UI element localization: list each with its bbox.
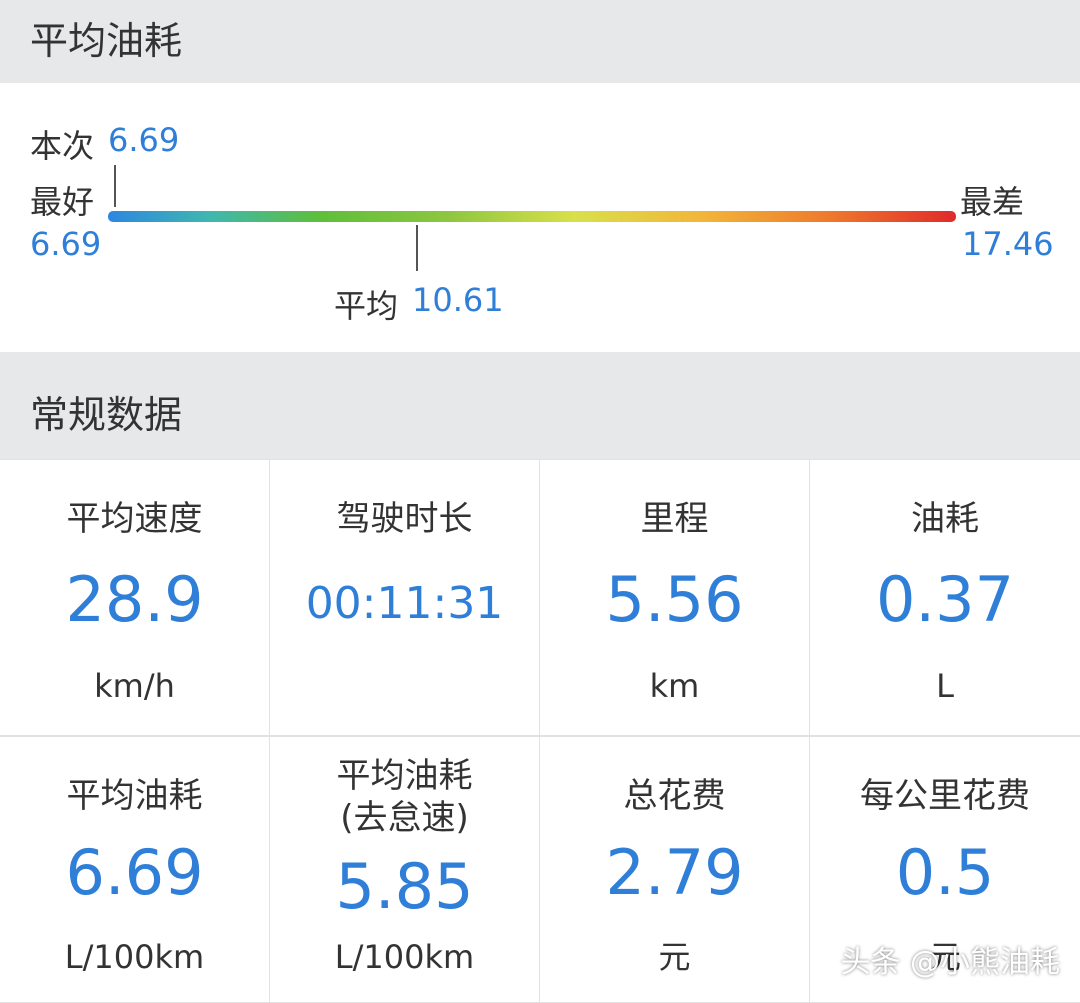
stat-value: 0.5	[895, 836, 995, 909]
stat-label: 平均油耗	[66, 776, 203, 816]
stat-label: 驾驶时长	[336, 499, 473, 539]
watermark: 头条 @小熊油耗	[840, 945, 1060, 980]
stat-label: 平均油耗 (去怠速)	[336, 756, 473, 838]
fuel-range-bar	[108, 211, 956, 222]
stat-value: 28.9	[65, 563, 204, 636]
stat-avg-speed: 平均速度 28.9 km/h	[0, 459, 270, 736]
average-label: 平均	[334, 287, 399, 325]
stat-unit: L/100km	[64, 938, 205, 976]
current-label: 本次	[30, 127, 95, 165]
average-value: 10.61	[412, 281, 504, 319]
best-value: 6.69	[30, 225, 102, 263]
stat-value: 6.69	[65, 836, 204, 909]
stat-mileage: 里程 5.56 km	[540, 459, 810, 736]
average-marker	[416, 225, 418, 271]
stat-label: 里程	[640, 499, 709, 539]
stat-value: 0.37	[875, 563, 1015, 636]
worst-label: 最差	[960, 183, 1025, 221]
section-title-general: 常规数据	[30, 393, 183, 437]
stat-unit: L	[936, 667, 954, 705]
stat-label: 总花费	[623, 776, 726, 816]
section-title-fuel: 平均油耗	[30, 19, 183, 63]
stat-total-cost: 总花费 2.79 元	[540, 736, 810, 1003]
stat-value: 00:11:31	[305, 578, 504, 629]
fuel-gauge: 本次 6.69 最好 6.69 最差 17.46 平均 10.61	[0, 83, 1080, 352]
stat-unit: L/100km	[334, 938, 475, 976]
stat-avg-consumption: 平均油耗 6.69 L/100km	[0, 736, 270, 1003]
stat-unit: km	[649, 667, 700, 705]
stat-label: 油耗	[911, 499, 979, 539]
stat-unit: 元	[658, 938, 691, 976]
stat-label: 每公里花费	[860, 776, 1030, 816]
stat-value: 5.85	[335, 850, 474, 923]
stat-drive-duration: 驾驶时长 00:11:31	[270, 459, 540, 736]
stat-value: 2.79	[605, 836, 744, 909]
best-label: 最好	[30, 183, 95, 221]
stats-grid: 平均速度 28.9 km/h 驾驶时长 00:11:31 里程 5.56 km …	[0, 459, 1080, 1003]
general-data-header: 常规数据	[0, 352, 1080, 459]
stat-avg-consumption-no-idle: 平均油耗 (去怠速) 5.85 L/100km	[270, 736, 540, 1003]
worst-value: 17.46	[962, 225, 1054, 263]
stat-label: 平均速度	[66, 499, 203, 539]
stat-unit: km/h	[94, 667, 175, 705]
stat-value: 5.56	[605, 563, 744, 636]
stat-fuel-used: 油耗 0.37 L	[810, 459, 1080, 736]
current-marker	[114, 165, 116, 207]
current-value: 6.69	[108, 121, 180, 159]
fuel-average-header: 平均油耗	[0, 0, 1080, 83]
